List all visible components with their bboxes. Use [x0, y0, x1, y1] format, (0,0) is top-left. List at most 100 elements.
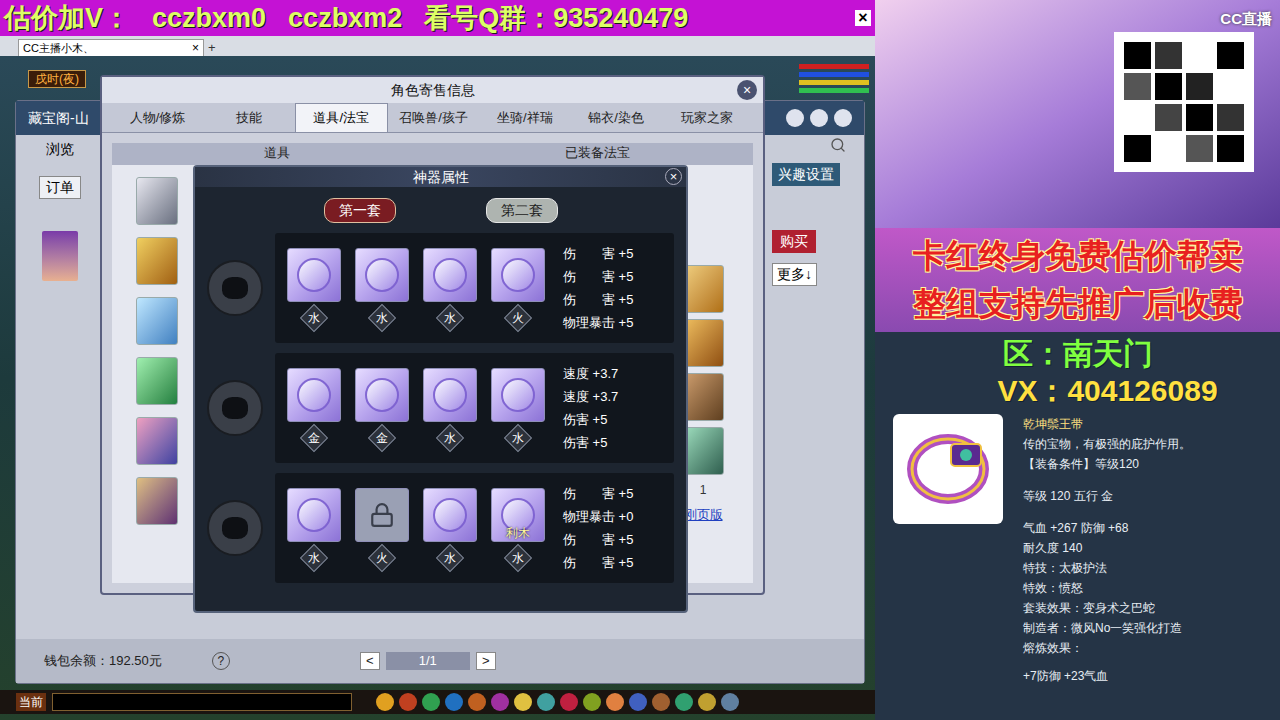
gem-slot[interactable]: 火: [491, 248, 545, 328]
toolbar-icon[interactable]: [675, 693, 693, 711]
gem-slot[interactable]: 水: [423, 488, 477, 568]
gem-swirl-icon: [433, 378, 467, 412]
trade-tab[interactable]: 技能: [203, 103, 294, 132]
item-icon[interactable]: [682, 265, 724, 313]
item-durability: 耐久度 140: [1023, 538, 1191, 558]
page-indicator: 1/1: [386, 652, 470, 670]
tab-close[interactable]: ×: [192, 39, 199, 57]
toolbar-icon[interactable]: [652, 693, 670, 711]
item-icon[interactable]: [136, 177, 178, 225]
element-diamond: 水: [300, 304, 328, 332]
trade-tab[interactable]: 锦衣/染色: [570, 103, 661, 132]
item-level: 等级 120 五行 金: [1023, 486, 1191, 506]
toolbar-icon[interactable]: [468, 693, 486, 711]
chat-input[interactable]: [52, 693, 352, 711]
attribute-list: 伤 害 +5伤 害 +5伤 害 +5物理暴击 +5: [563, 245, 633, 332]
toolbar-icon[interactable]: [560, 693, 578, 711]
new-tab-button[interactable]: +: [208, 39, 216, 56]
gem-board: 水水水火伤 害 +5伤 害 +5伤 害 +5物理暴击 +5: [275, 233, 674, 343]
settings-icon[interactable]: [810, 109, 828, 127]
gem-slot[interactable]: 水: [491, 368, 545, 448]
gem-slot[interactable]: 水: [355, 248, 409, 328]
more-button[interactable]: 更多↓: [772, 263, 817, 286]
ad-picture: CC直播: [875, 0, 1280, 228]
gem-slot[interactable]: 水: [287, 248, 341, 328]
toolbar-icon[interactable]: [537, 693, 555, 711]
toolbar-icon[interactable]: [514, 693, 532, 711]
item-icon[interactable]: [136, 417, 178, 465]
item-set: 套装效果：变身术之巴蛇: [1023, 598, 1191, 618]
gem-swirl-icon: [297, 258, 331, 292]
element-diamond: 火: [368, 544, 396, 572]
toolbar-icon[interactable]: [721, 693, 739, 711]
server-name: 区：南天门: [1003, 336, 1153, 372]
trade-title: 角色寄售信息: [391, 80, 475, 101]
market-title: 藏宝阁-山: [28, 108, 89, 129]
toolbar-icon[interactable]: [445, 693, 463, 711]
attribute: 伤 害 +5: [563, 485, 633, 503]
item-column: [112, 165, 202, 583]
vx-contact: VX：404126089: [937, 372, 1217, 410]
next-page[interactable]: >: [476, 652, 496, 670]
toolbar-icon[interactable]: [399, 693, 417, 711]
search-icon[interactable]: [830, 137, 846, 153]
orders-button[interactable]: 订单: [39, 176, 81, 199]
trade-tab[interactable]: 道具/法宝: [295, 103, 388, 132]
item-icon[interactable]: [136, 237, 178, 285]
item-name: 乾坤鬃王带: [1023, 414, 1191, 434]
artifact-row: 金金水水速度 +3.7速度 +3.7伤害 +5伤害 +5: [207, 353, 674, 463]
game-scene: CC主播小木、×+戌时(夜)藏宝阁-山浏览订单兴趣设置购买更多↓钱包余额：192…: [0, 36, 875, 720]
browse-tab[interactable]: 浏览: [46, 139, 74, 160]
gem: [287, 248, 341, 302]
buy-button[interactable]: 购买: [772, 230, 816, 253]
item-effect: 特效：愤怒: [1023, 578, 1191, 598]
close-icon[interactable]: [834, 109, 852, 127]
gem-slot[interactable]: 利木水: [491, 488, 545, 568]
trade-tab[interactable]: 召唤兽/孩子: [388, 103, 479, 132]
gem-slot[interactable]: 水: [423, 368, 477, 448]
banner-contact: cczbxm0: [152, 0, 266, 38]
toolbar-icon[interactable]: [491, 693, 509, 711]
item-icon[interactable]: [136, 357, 178, 405]
minimize-icon[interactable]: [786, 109, 804, 127]
promo-line: 整组支持先推广后收费: [913, 282, 1243, 326]
artifact-row: 水火水利木水伤 害 +5物理暴击 +0伤 害 +5伤 害 +5: [207, 473, 674, 583]
item-maker: 制造者：微风No一笑强化打造: [1023, 618, 1191, 638]
help-button[interactable]: ?: [212, 652, 230, 670]
artifact-part-icon: [207, 380, 263, 436]
banner-close[interactable]: ×: [855, 10, 871, 26]
gem-slot[interactable]: 水: [423, 248, 477, 328]
gem-slot[interactable]: 金: [287, 368, 341, 448]
trade-title-bar: 角色寄售信息 ×: [102, 77, 763, 103]
toolbar-icon[interactable]: [422, 693, 440, 711]
set-button[interactable]: 第一套: [324, 198, 396, 223]
prev-page[interactable]: <: [360, 652, 380, 670]
trade-tab[interactable]: 人物/修炼: [112, 103, 203, 132]
toolbar-icon[interactable]: [698, 693, 716, 711]
gem-slot[interactable]: 水: [287, 488, 341, 568]
item-icon[interactable]: [682, 427, 724, 475]
toolbar-icon[interactable]: [606, 693, 624, 711]
gem-slot[interactable]: 金: [355, 368, 409, 448]
browser-tab[interactable]: CC主播小木、×: [18, 39, 204, 56]
interest-settings-button[interactable]: 兴趣设置: [772, 163, 840, 186]
item-icon[interactable]: [682, 319, 724, 367]
item-icon[interactable]: [136, 477, 178, 525]
trade-close[interactable]: ×: [737, 80, 757, 100]
toolbar-icon[interactable]: [376, 693, 394, 711]
element-diamond: 水: [504, 544, 532, 572]
trade-tab[interactable]: 坐骑/祥瑞: [479, 103, 570, 132]
character-avatar[interactable]: [42, 231, 78, 281]
artifact-close[interactable]: ×: [665, 168, 682, 185]
item-icon[interactable]: [136, 297, 178, 345]
set-button[interactable]: 第二套: [486, 198, 558, 223]
trade-tab[interactable]: 玩家之家: [662, 103, 753, 132]
toolbar-icon[interactable]: [583, 693, 601, 711]
gem-swirl-icon: [297, 378, 331, 412]
gem-slot[interactable]: 火: [355, 488, 409, 568]
item-icon[interactable]: [682, 373, 724, 421]
set-switcher: 第一套 第二套: [195, 187, 686, 233]
toolbar-icon[interactable]: [629, 693, 647, 711]
page-link[interactable]: 刚页版: [684, 505, 723, 525]
chat-channel[interactable]: 当前: [16, 693, 46, 711]
